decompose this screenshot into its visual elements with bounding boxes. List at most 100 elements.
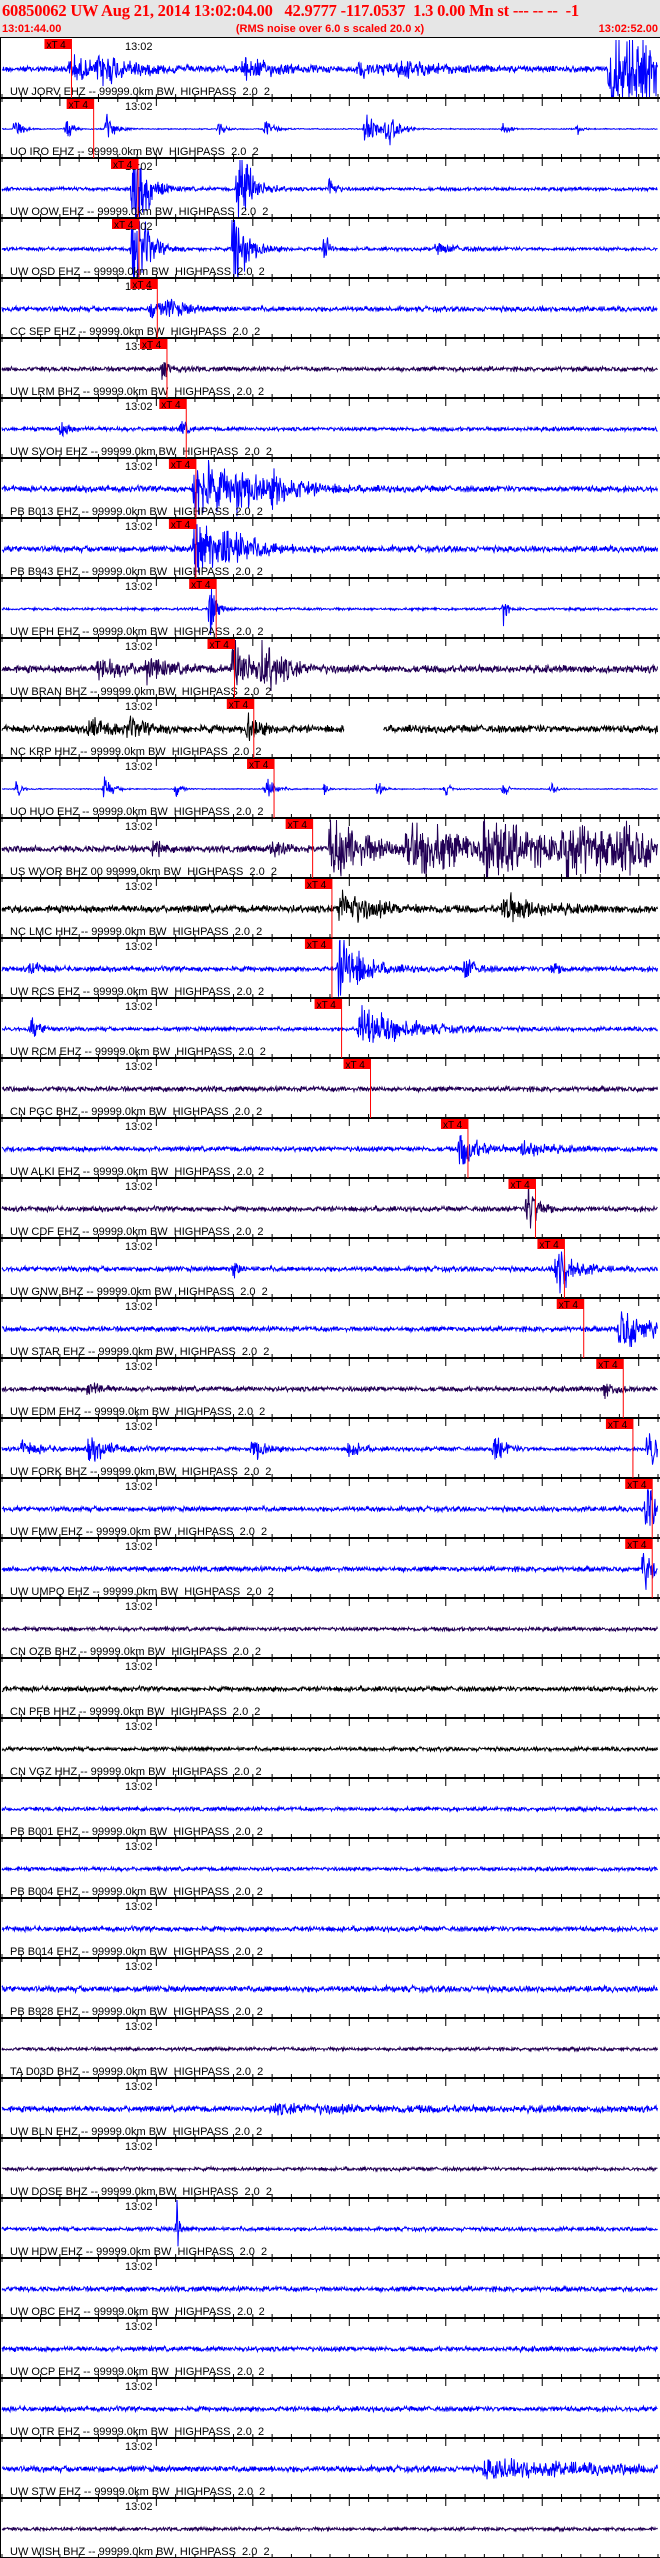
minute-label: 13:02 — [125, 1241, 153, 1253]
trace-row[interactable]: 13:02 PB B013 EHZ -- 99999.0km BW HIGHPAS… — [0, 459, 660, 526]
pick-marker[interactable]: xT 4 — [314, 999, 343, 1058]
minute-label: 13:02 — [125, 101, 153, 113]
window-end-time: 13:02:52.00 — [598, 23, 658, 35]
pick-label: xT 4 — [114, 220, 134, 231]
trace-row[interactable]: 13:02 PB B928 EHZ -- 99999.0km BW HIGHPAS… — [0, 1961, 660, 2026]
trace-row[interactable]: 13:02 UW SVOH EHZ -- 99999.0km BW HIGHPAS… — [0, 399, 660, 466]
minute-label: 13:02 — [125, 2021, 153, 2033]
trace-row[interactable]: 13:02 CN OZB BHZ -- 99999.0km BW HIGHPASS… — [0, 1601, 660, 1666]
seismic-trace — [1, 362, 658, 380]
minute-label: 13:02 — [125, 1781, 153, 1793]
pick-label: xT 4 — [539, 1240, 559, 1251]
seismic-trace — [1, 1134, 658, 1165]
trace-row[interactable]: 13:02 UW DOSE BHZ -- 99999.0km BW HIGHPAS… — [0, 2141, 660, 2206]
station-label: UW DOSE BHZ -- 99999.0km BW HIGHPASS 2.0… — [10, 2186, 272, 2198]
minute-label: 13:02 — [125, 1361, 153, 1373]
trace-row[interactable]: 13:02 PB B943 EHZ -- 99999.0km BW HIGHPAS… — [0, 519, 660, 586]
trace-row[interactable]: 13:02 UW FMW EHZ -- 99999.0km BW HIGHPASS… — [0, 1479, 660, 1546]
trace-row[interactable]: 13:02UW EPH EHZ -- 99999.0km BW HIGHPASS… — [0, 579, 660, 646]
station-label: UW FMW EHZ -- 99999.0km BW HIGHPASS 2.0 … — [10, 1526, 267, 1538]
pick-label: xT 4 — [161, 400, 181, 411]
station-label: UW SVOH EHZ -- 99999.0km BW HIGHPASS 2.0… — [10, 446, 272, 458]
station-label: UW STW EHZ -- 99999.0km BW HIGHPASS 2.0 … — [10, 2486, 265, 2498]
trace-row[interactable]: 13:02UW OBC EHZ -- 99999.0km BW HIGHPASS… — [0, 2261, 660, 2326]
trace-row[interactable]: 13:02UW ALKI EHZ -- 99999.0km BW HIGHPAS… — [0, 1119, 660, 1186]
trace-row[interactable]: 13:02UW OCP EHZ -- 99999.0km BW HIGHPASS… — [0, 2321, 660, 2386]
seismic-trace — [1, 2525, 658, 2533]
trace-row[interactable]: 13:02 PB B014 EHZ -- 99999.0km BW HIGHPAS… — [0, 1901, 660, 1966]
station-label: PB B943 EHZ -- 99999.0km BW HIGHPASS 2.0… — [10, 566, 263, 578]
trace-row[interactable]: 13:02 UW BRAN BHZ -- 99999.0km BW HIGHPAS… — [0, 639, 660, 706]
pick-label: xT 4 — [317, 1000, 337, 1011]
trace-row[interactable]: 13:02UW RCS EHZ -- 99999.0km BW HIGHPASS… — [0, 939, 660, 1006]
seismic-trace — [1, 2457, 658, 2480]
trace-row[interactable]: 13:02 PB B001 EHZ -- 99999.0km BW HIGHPAS… — [0, 1781, 660, 1846]
trace-row[interactable]: 13:02 UW BLN EHZ -- 99999.0km BW HIGHPASS… — [0, 2081, 660, 2146]
minute-label: 13:02 — [125, 2381, 153, 2393]
station-label: US WVOR BHZ 00 99999.0km BW HIGHPASS 2.0… — [10, 866, 277, 878]
station-label: UW STAR EHZ -- 99999.0km BW HIGHPASS 2.0… — [10, 1346, 269, 1358]
trace-row[interactable]: 13:02 UW STAR EHZ -- 99999.0km BW HIGHPAS… — [0, 1299, 660, 1366]
trace-row[interactable]: 13:02UW OTR EHZ -- 99999.0km BW HIGHPASS… — [0, 2381, 660, 2446]
seismic-trace — [1, 639, 658, 692]
station-label: UW RCM EHZ -- 99999.0km BW HIGHPASS 2.0 … — [10, 1046, 266, 1058]
trace-row[interactable]: 13:02 UW STW EHZ -- 99999.0km BW HIGHPASS… — [0, 2441, 660, 2506]
pick-label: xT 4 — [142, 340, 162, 351]
minute-label: 13:02 — [125, 2501, 153, 2513]
seismic-trace — [1, 1552, 658, 1590]
minute-label: 13:02 — [125, 881, 153, 893]
seismic-trace — [1, 2344, 658, 2354]
station-label: UW UMPQ EHZ -- 99999.0km BW HIGHPASS 2.0… — [10, 1586, 274, 1598]
seismic-trace — [1, 1382, 658, 1400]
trace-row[interactable]: 13:02 NC LMC HHZ -- 99999.0km BW HIGHPASS… — [0, 879, 660, 946]
trace-row[interactable]: 13:02 UW EDM EHZ -- 99999.0km BW HIGHPASS… — [0, 1359, 660, 1426]
trace-row[interactable]: 13:02UW OSD EHZ -- 99999.0km BW HIGHPASS… — [0, 219, 660, 286]
trace-row[interactable]: 13:02 UW WISH BHZ -- 99999.0km BW HIGHPAS… — [0, 2501, 660, 2558]
minute-label: 13:02 — [125, 1121, 153, 1133]
trace-row[interactable]: 13:02 PB B004 EHZ -- 99999.0km BW HIGHPAS… — [0, 1841, 660, 1906]
minute-label: 13:02 — [125, 1721, 153, 1733]
pick-label: xT 4 — [288, 820, 308, 831]
minute-label: 13:02 — [125, 1961, 153, 1973]
trace-row[interactable]: 13:02TA D03D BHZ -- 99999.0km BW HIGHPAS… — [0, 2021, 660, 2086]
trace-row[interactable]: 13:02CC SEP EHZ -- 99999.0km BW HIGHPASS… — [0, 279, 660, 346]
minute-label: 13:02 — [125, 1301, 153, 1313]
seismic-trace — [1, 2284, 658, 2294]
trace-row[interactable]: 13:02 NC KRP HHZ -- 99999.0km BW HIGHPASS… — [0, 699, 660, 766]
pick-label: xT 4 — [249, 760, 269, 771]
trace-row[interactable]: 13:02 CN VGZ HHZ -- 99999.0km BW HIGHPASS… — [0, 1721, 660, 1786]
trace-row[interactable]: 13:02 UW RCM EHZ -- 99999.0km BW HIGHPASS… — [0, 999, 660, 1066]
trace-row[interactable]: 13:02UO HUO EHZ -- 99999.0km BW HIGHPASS… — [0, 759, 660, 826]
pick-label: xT 4 — [191, 580, 211, 591]
trace-row[interactable]: 13:02 UW GNW BHZ -- 99999.0km BW HIGHPASS… — [0, 1239, 660, 1306]
trace-row[interactable]: 13:02 UO IRO EHZ -- 99999.0km BW HIGHPASS… — [0, 99, 660, 166]
station-label: CC SEP EHZ -- 99999.0km BW HIGHPASS 2.0 … — [10, 326, 260, 338]
pick-label: xT 4 — [46, 40, 66, 51]
station-label: CN OZB BHZ -- 99999.0km BW HIGHPASS 2.0 … — [10, 1646, 261, 1658]
seismic-trace — [1, 1625, 658, 1633]
seismic-trace — [1, 1084, 658, 1094]
trace-row[interactable]: 13:02 UW HDW EHZ -- 99999.0km BW HIGHPASS… — [0, 2199, 660, 2266]
pick-label: xT 4 — [307, 940, 327, 951]
trace-row[interactable]: 13:02 US WVOR BHZ 00 99999.0km BW HIGHPAS… — [0, 819, 660, 886]
minute-label: 13:02 — [125, 521, 153, 533]
station-label: UW OOW EHZ -- 99999.0km BW HIGHPASS 2.0 … — [10, 206, 268, 218]
seismic-trace — [1, 889, 658, 923]
trace-row[interactable]: 13:02 CN PGC BHZ -- 99999.0km BW HIGHPASS… — [0, 1059, 660, 1126]
trace-row[interactable]: 13:02 UW JORV EHZ -- 99999.0km BW HIGHPAS… — [0, 39, 660, 106]
station-label: CN PGC BHZ -- 99999.0km BW HIGHPASS 2.0 … — [10, 1106, 262, 1118]
station-label: CN PFB HHZ -- 99999.0km BW HIGHPASS 2.0 … — [10, 1706, 260, 1718]
minute-label: 13:02 — [125, 941, 153, 953]
minute-label: 13:02 — [125, 1181, 153, 1193]
minute-label: 13:02 — [125, 701, 153, 713]
trace-row[interactable]: 13:02 CN PFB HHZ -- 99999.0km BW HIGHPASS… — [0, 1661, 660, 1726]
trace-row[interactable]: 13:02 UW UMPQ EHZ -- 99999.0km BW HIGHPAS… — [0, 1539, 660, 1606]
seismic-trace — [1, 1488, 658, 1526]
station-label: UW BLN EHZ -- 99999.0km BW HIGHPASS 2.0 … — [10, 2126, 262, 2138]
trace-row[interactable]: 13:02UW OOW EHZ -- 99999.0km BW HIGHPASS… — [0, 159, 660, 226]
trace-row[interactable]: 13:02UW LRM BHZ -- 99999.0km BW HIGHPASS… — [0, 339, 660, 406]
trace-row[interactable]: 13:02 UW FORK BHZ -- 99999.0km BW HIGHPAS… — [0, 1419, 660, 1486]
station-label: NC KRP HHZ -- 99999.0km BW HIGHPASS 2.0 … — [10, 746, 261, 758]
trace-row[interactable]: 13:02UW CDF EHZ -- 99999.0km BW HIGHPASS… — [0, 1179, 660, 1246]
station-label: UO IRO EHZ -- 99999.0km BW HIGHPASS 2.0 … — [10, 146, 259, 158]
